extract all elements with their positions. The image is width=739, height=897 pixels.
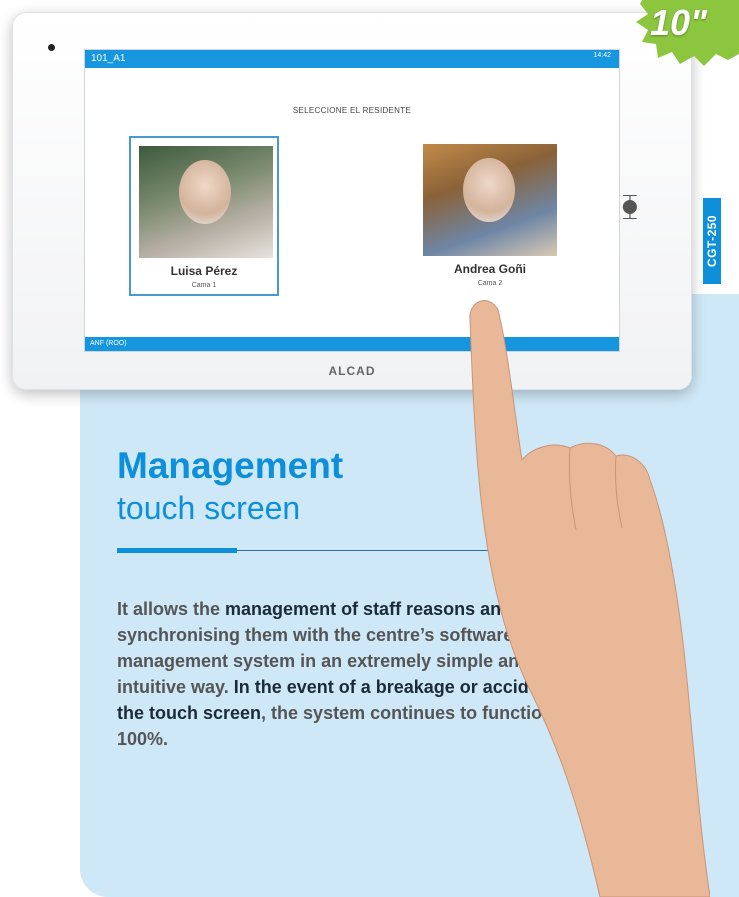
resident-photo-1 <box>139 146 273 258</box>
camera-icon <box>48 44 55 51</box>
resident-photo-2 <box>423 144 557 256</box>
model-label: CGT-250 <box>705 214 719 268</box>
screen-header-bar: 101_A1 14:42 <box>85 50 619 68</box>
screen-footer-text: ANF (ROO) <box>90 340 127 347</box>
screen-size-label: 10" <box>650 2 708 43</box>
resident-bed-1: Cama 1 <box>191 282 217 289</box>
nfc-icon: ⧳ <box>622 190 638 220</box>
resident-name-2: Andrea Goñi <box>453 262 526 276</box>
heading-touch-screen: touch screen <box>117 490 301 526</box>
resident-bed-2: Cama 2 <box>477 280 503 287</box>
resident-card-2[interactable]: Andrea Goñi Cama 2 <box>415 136 565 296</box>
heading-management: Management <box>117 445 344 486</box>
size-badge: 10" <box>632 0 739 70</box>
screen-location: 101_A1 <box>91 53 126 64</box>
heading-underline-accent <box>117 548 237 553</box>
desc-intro: It allows the <box>117 599 226 619</box>
model-badge: CGT-250 <box>703 198 721 284</box>
screen-title: SELECCIONE EL RESIDENTE <box>292 106 412 115</box>
screen-time: 14:42 <box>593 52 611 59</box>
resident-card-1[interactable]: Luisa Pérez Cama 1 <box>129 136 279 296</box>
resident-name-1: Luisa Pérez <box>170 264 238 278</box>
pointing-hand-icon <box>469 300 710 897</box>
